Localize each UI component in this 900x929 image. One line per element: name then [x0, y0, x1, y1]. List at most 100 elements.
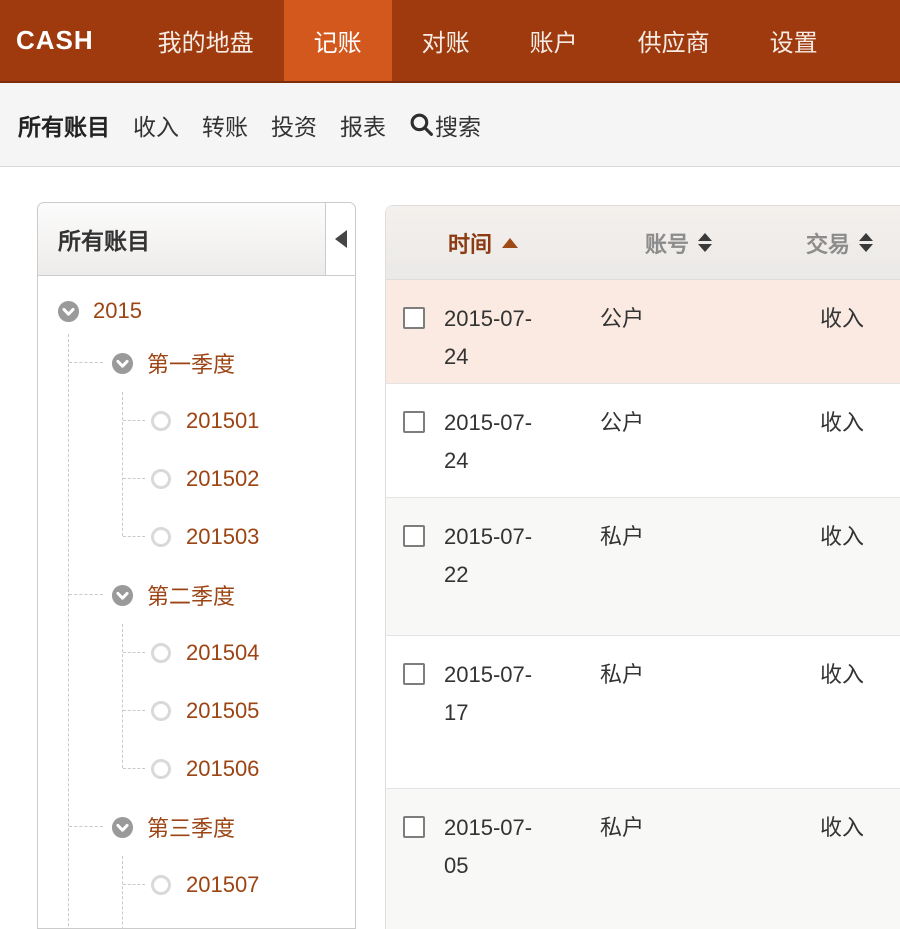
tree-leaf[interactable]: 201504 — [123, 624, 355, 682]
tree-label: 201505 — [186, 698, 260, 723]
row-checkbox[interactable] — [403, 411, 425, 433]
cell-trade: 收入 — [820, 662, 865, 687]
sidebar-header: 所有账目 — [38, 203, 355, 276]
tree-branch[interactable]: 第一季度 — [69, 334, 355, 392]
leaf-circle-icon — [151, 643, 171, 663]
cell-account: 私户 — [600, 662, 645, 687]
subnav-item-label: 所有账目 — [18, 113, 110, 140]
sort-icon — [698, 233, 712, 252]
leaf-circle-icon — [151, 759, 171, 779]
subnav-item-reports[interactable]: 报表 — [340, 108, 386, 142]
subnav-item-income[interactable]: 收入 — [133, 108, 179, 142]
cell-date: 2015-07-24 — [444, 410, 533, 473]
sort-icon — [859, 233, 874, 252]
tree-label: 201507 — [186, 872, 260, 897]
cell-trade: 收入 — [820, 410, 865, 435]
nav-tab-reconcile[interactable]: 对账 — [392, 0, 500, 81]
nav-tab-bookkeeping[interactable]: 记账 — [283, 0, 392, 81]
top-navbar: CASH 我的地盘 记账 对账 账户 供应商 设置 — [0, 0, 900, 83]
tree-label: 201501 — [186, 408, 260, 433]
subnav-item-transfer[interactable]: 转账 — [202, 108, 248, 142]
tree-leaf[interactable]: 201503 — [123, 508, 355, 566]
nav-tab-my-space[interactable]: 我的地盘 — [128, 0, 284, 81]
tree-leaf[interactable]: 201506 — [123, 740, 355, 798]
chevron-left-icon — [334, 230, 347, 248]
tree-label: 第三季度 — [147, 816, 236, 841]
transactions-table: 时间 账号 交易 2015-07-24 公户 收入 2015-07-24 公户 收入 2015-… — [385, 205, 900, 929]
column-header-trade[interactable]: 交易 — [766, 227, 900, 259]
cell-account: 公户 — [600, 410, 645, 435]
leaf-circle-icon — [151, 469, 171, 489]
cell-trade: 收入 — [820, 815, 865, 840]
row-checkbox[interactable] — [403, 816, 425, 838]
leaf-circle-icon — [151, 411, 171, 431]
tree-leaf[interactable]: 201502 — [123, 450, 355, 508]
chevron-down-circle-icon — [111, 584, 134, 606]
tree-branch[interactable]: 第二季度 — [69, 566, 355, 624]
subnav-item-label: 搜索 — [435, 113, 481, 140]
tree-branch[interactable]: 2015 — [57, 288, 355, 334]
row-checkbox[interactable] — [403, 307, 425, 329]
chevron-down-circle-icon — [111, 816, 134, 838]
column-header-label: 时间 — [448, 231, 493, 257]
sidebar-body: 2015 第一季度 201501 201502 201503 第二季度 201504 2015… — [38, 276, 355, 928]
tree-branch[interactable]: 第三季度 — [69, 798, 355, 856]
tree-label: 201503 — [186, 524, 260, 549]
cell-trade: 收入 — [820, 306, 865, 331]
cell-date: 2015-07-22 — [444, 524, 533, 587]
subnav-item-label: 投资 — [271, 113, 317, 140]
tree-label: 第一季度 — [147, 352, 236, 377]
leaf-circle-icon — [151, 701, 171, 721]
cell-date: 2015-07-05 — [444, 815, 533, 878]
table-row[interactable]: 2015-07-22 私户 收入 — [386, 497, 900, 635]
tree-leaf[interactable]: 201505 — [123, 682, 355, 740]
tree-label: 201506 — [186, 756, 260, 781]
subnav-item-label: 收入 — [133, 113, 179, 140]
sidebar-panel: 所有账目 2015 第一季度 201501 201502 201503 第二季度 20150… — [37, 202, 356, 929]
column-header-label: 交易 — [806, 231, 851, 257]
table-row[interactable]: 2015-07-17 私户 收入 — [386, 635, 900, 788]
tree-label: 201504 — [186, 640, 260, 665]
tree-leaf[interactable]: 201501 — [123, 392, 355, 450]
subnav-item-investment[interactable]: 投资 — [271, 108, 317, 142]
column-header-label: 账号 — [644, 231, 689, 257]
app-logo: CASH — [16, 25, 94, 55]
search-icon — [410, 113, 433, 136]
table-row[interactable]: 2015-07-05 私户 收入 — [386, 788, 900, 929]
column-header-account[interactable]: 账号 — [591, 227, 766, 259]
subnav-item-label: 报表 — [340, 113, 386, 140]
subnav-item-search[interactable]: 搜索 — [409, 108, 481, 142]
table-header: 时间 账号 交易 — [386, 206, 900, 280]
tree-leaf[interactable]: 201507 — [123, 856, 355, 914]
table-row[interactable]: 2015-07-24 公户 收入 — [386, 383, 900, 497]
sidebar-title: 所有账目 — [58, 228, 150, 254]
tree-label: 第二季度 — [147, 584, 236, 609]
nav-tab-settings[interactable]: 设置 — [740, 0, 848, 81]
cell-trade: 收入 — [820, 524, 865, 549]
leaf-circle-icon — [151, 527, 171, 547]
subnav-item-label: 转账 — [202, 113, 248, 140]
secondary-nav: 所有账目 收入 转账 投资 报表 搜索 — [0, 83, 900, 167]
subnav-item-all-accounts[interactable]: 所有账目 — [18, 108, 110, 142]
leaf-circle-icon — [151, 875, 171, 895]
cell-account: 私户 — [600, 524, 645, 549]
tree-label: 2015 — [93, 298, 142, 323]
account-tree: 2015 第一季度 201501 201502 201503 第二季度 201504 2015… — [38, 288, 355, 928]
cell-date: 2015-07-24 — [444, 306, 533, 369]
sort-asc-icon — [502, 237, 519, 248]
top-nav-tabs: 我的地盘 记账 对账 账户 供应商 设置 — [128, 0, 848, 81]
nav-tab-suppliers[interactable]: 供应商 — [608, 0, 740, 81]
tree-label: 201502 — [186, 466, 260, 491]
table-row[interactable]: 2015-07-24 公户 收入 — [386, 280, 900, 383]
row-checkbox[interactable] — [403, 525, 425, 547]
cell-account: 私户 — [600, 815, 645, 840]
row-checkbox[interactable] — [403, 663, 425, 685]
table-body: 2015-07-24 公户 收入 2015-07-24 公户 收入 2015-07-22 私户… — [386, 280, 900, 929]
chevron-down-circle-icon — [57, 300, 80, 322]
column-header-time[interactable]: 时间 — [444, 227, 591, 259]
cell-date: 2015-07-17 — [444, 662, 533, 725]
cell-account: 公户 — [600, 306, 645, 331]
sidebar-collapse-button[interactable] — [325, 203, 355, 275]
nav-tab-accounts[interactable]: 账户 — [500, 0, 608, 81]
chevron-down-circle-icon — [111, 352, 134, 374]
